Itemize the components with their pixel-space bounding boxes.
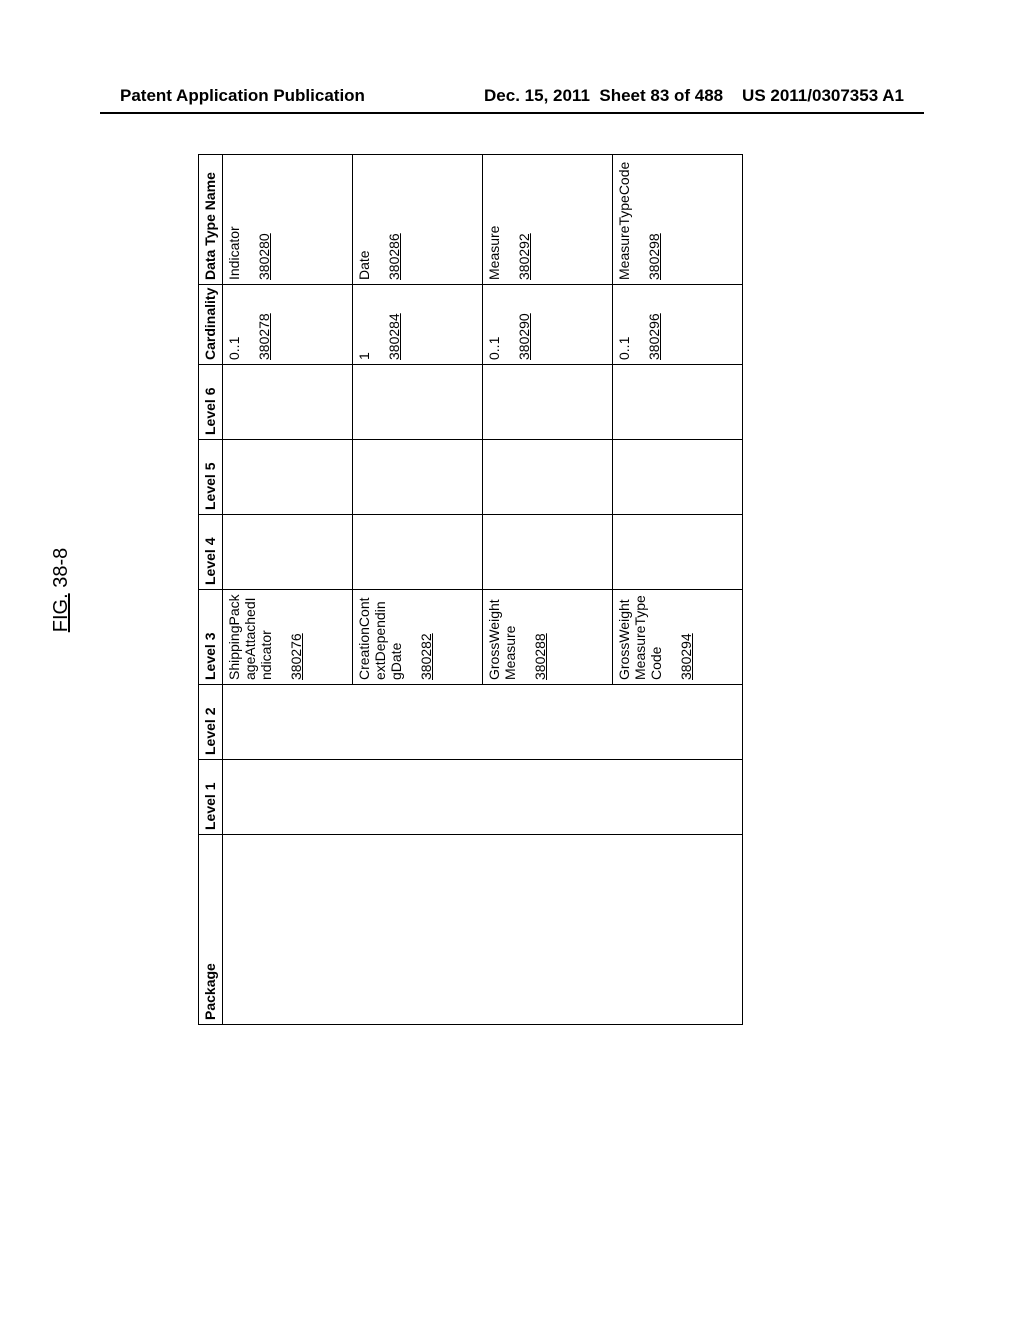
cell-l1 bbox=[223, 760, 743, 835]
col-level1: Level 1 bbox=[199, 760, 223, 835]
cell-card: 0..1380290 bbox=[483, 285, 613, 365]
cell-dtn: MeasureTypeCode380298 bbox=[613, 155, 743, 285]
col-level4: Level 4 bbox=[199, 515, 223, 590]
page-header: Patent Application Publication Dec. 15, … bbox=[0, 86, 1024, 106]
figure-label: FIG. 38-8 bbox=[50, 280, 73, 900]
cell-l3: GrossWeightMeasure380288 bbox=[483, 590, 613, 685]
cell-card: 1380284 bbox=[353, 285, 483, 365]
col-level6: Level 6 bbox=[199, 365, 223, 440]
header-rule bbox=[100, 112, 924, 114]
cell-dtn: Date380286 bbox=[353, 155, 483, 285]
cell-l6 bbox=[483, 365, 613, 440]
col-cardinality: Cardinality bbox=[199, 285, 223, 365]
header-left: Patent Application Publication bbox=[120, 86, 365, 106]
cell-card: 0..1380296 bbox=[613, 285, 743, 365]
col-level2: Level 2 bbox=[199, 685, 223, 760]
col-datatype: Data Type Name bbox=[199, 155, 223, 285]
cell-dtn: Indicator380280 bbox=[223, 155, 353, 285]
cell-l4 bbox=[353, 515, 483, 590]
col-level3: Level 3 bbox=[199, 590, 223, 685]
cell-l4 bbox=[223, 515, 353, 590]
cell-l6 bbox=[223, 365, 353, 440]
cell-l6 bbox=[613, 365, 743, 440]
cell-card: 0..1380278 bbox=[223, 285, 353, 365]
header-right: Dec. 15, 2011 Sheet 83 of 488 US 2011/03… bbox=[484, 86, 904, 106]
table-header-row: Package Level 1 Level 2 Level 3 Level 4 … bbox=[199, 155, 223, 1025]
cell-l5 bbox=[353, 440, 483, 515]
cell-l4 bbox=[613, 515, 743, 590]
cell-l5 bbox=[613, 440, 743, 515]
cell-l4 bbox=[483, 515, 613, 590]
cell-dtn: Measure380292 bbox=[483, 155, 613, 285]
table-row: ShippingPackageAttachedIndicator380276 0… bbox=[223, 155, 353, 1025]
cell-l3: GrossWeightMeasureTypeCode380294 bbox=[613, 590, 743, 685]
cell-l3: ShippingPackageAttachedIndicator380276 bbox=[223, 590, 353, 685]
col-package: Package bbox=[199, 835, 223, 1025]
cell-l3: CreationContextDependingDate380282 bbox=[353, 590, 483, 685]
cell-l5 bbox=[483, 440, 613, 515]
figure-wrapper: FIG. 38-8 Package Level 1 Level 2 Level … bbox=[50, 280, 920, 900]
col-level5: Level 5 bbox=[199, 440, 223, 515]
cell-package bbox=[223, 835, 743, 1025]
cell-l2 bbox=[223, 685, 743, 760]
cell-l5 bbox=[223, 440, 353, 515]
figure-table: Package Level 1 Level 2 Level 3 Level 4 … bbox=[198, 154, 743, 1025]
cell-l6 bbox=[353, 365, 483, 440]
table-body: ShippingPackageAttachedIndicator380276 0… bbox=[223, 155, 743, 1025]
